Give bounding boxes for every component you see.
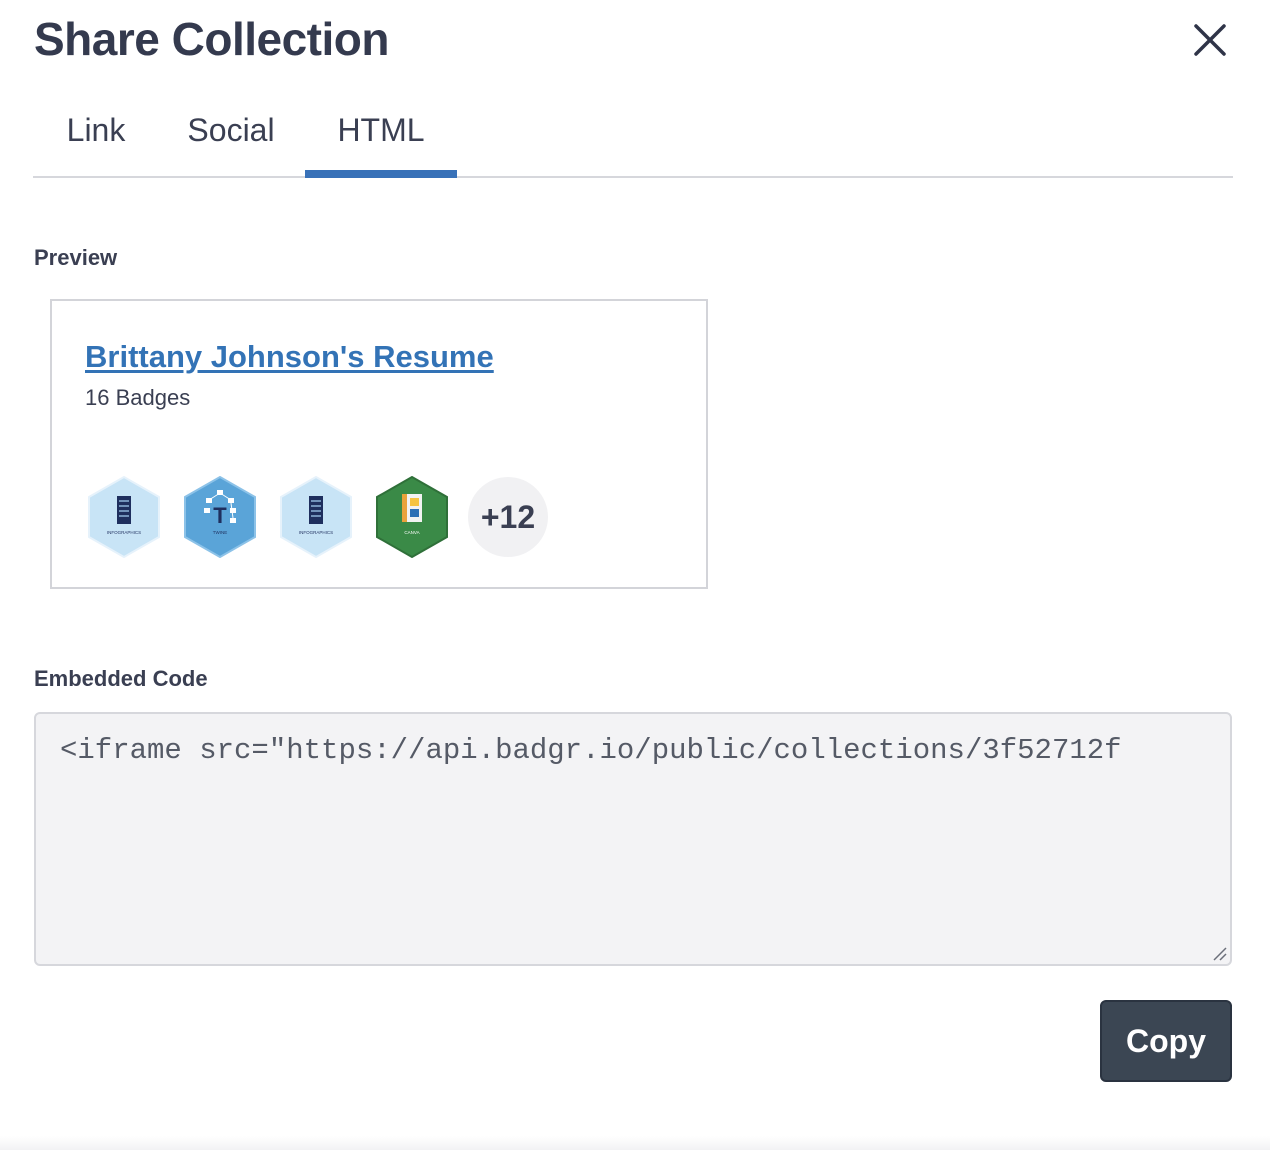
- embedded-code-text: <iframe src="https://api.badgr.io/public…: [60, 734, 1122, 767]
- tab-html[interactable]: HTML: [305, 96, 457, 178]
- twine-badge-icon: T TWINE: [184, 475, 256, 559]
- share-tabs: Link Social HTML: [33, 96, 1233, 178]
- close-icon: [1194, 24, 1226, 56]
- preview-card: Brittany Johnson's Resume 16 Badges INFO…: [50, 299, 708, 589]
- badge-caption: TWINE: [213, 530, 228, 535]
- badge-twine[interactable]: T TWINE: [184, 475, 256, 559]
- resize-handle-icon[interactable]: [1211, 945, 1227, 961]
- copy-button[interactable]: Copy: [1100, 1000, 1232, 1082]
- infographics-badge-icon: INFOGRAPHICS: [280, 475, 352, 559]
- canva-badge-icon: CANVA: [376, 475, 448, 559]
- collection-title-link[interactable]: Brittany Johnson's Resume: [85, 339, 494, 375]
- badge-caption: CANVA: [404, 530, 419, 535]
- infographics-badge-icon: INFOGRAPHICS: [88, 475, 160, 559]
- badge-caption: INFOGRAPHICS: [299, 530, 333, 535]
- badge-canva[interactable]: CANVA: [376, 475, 448, 559]
- tab-link[interactable]: Link: [33, 96, 159, 176]
- badge-caption: INFOGRAPHICS: [107, 530, 141, 535]
- tab-social[interactable]: Social: [173, 96, 289, 176]
- close-button[interactable]: [1188, 18, 1232, 62]
- embedded-code-textarea[interactable]: <iframe src="https://api.badgr.io/public…: [34, 712, 1232, 966]
- bottom-divider: [0, 1136, 1270, 1150]
- dialog-title: Share Collection: [34, 13, 389, 65]
- preview-label: Preview: [34, 245, 118, 270]
- badge-count: 16 Badges: [85, 385, 191, 410]
- more-badges-count[interactable]: +12: [468, 477, 548, 557]
- svg-text:T: T: [213, 503, 227, 528]
- badge-infographics[interactable]: INFOGRAPHICS: [280, 475, 352, 559]
- badge-infographics[interactable]: INFOGRAPHICS: [88, 475, 160, 559]
- embedded-code-label: Embedded Code: [34, 666, 208, 691]
